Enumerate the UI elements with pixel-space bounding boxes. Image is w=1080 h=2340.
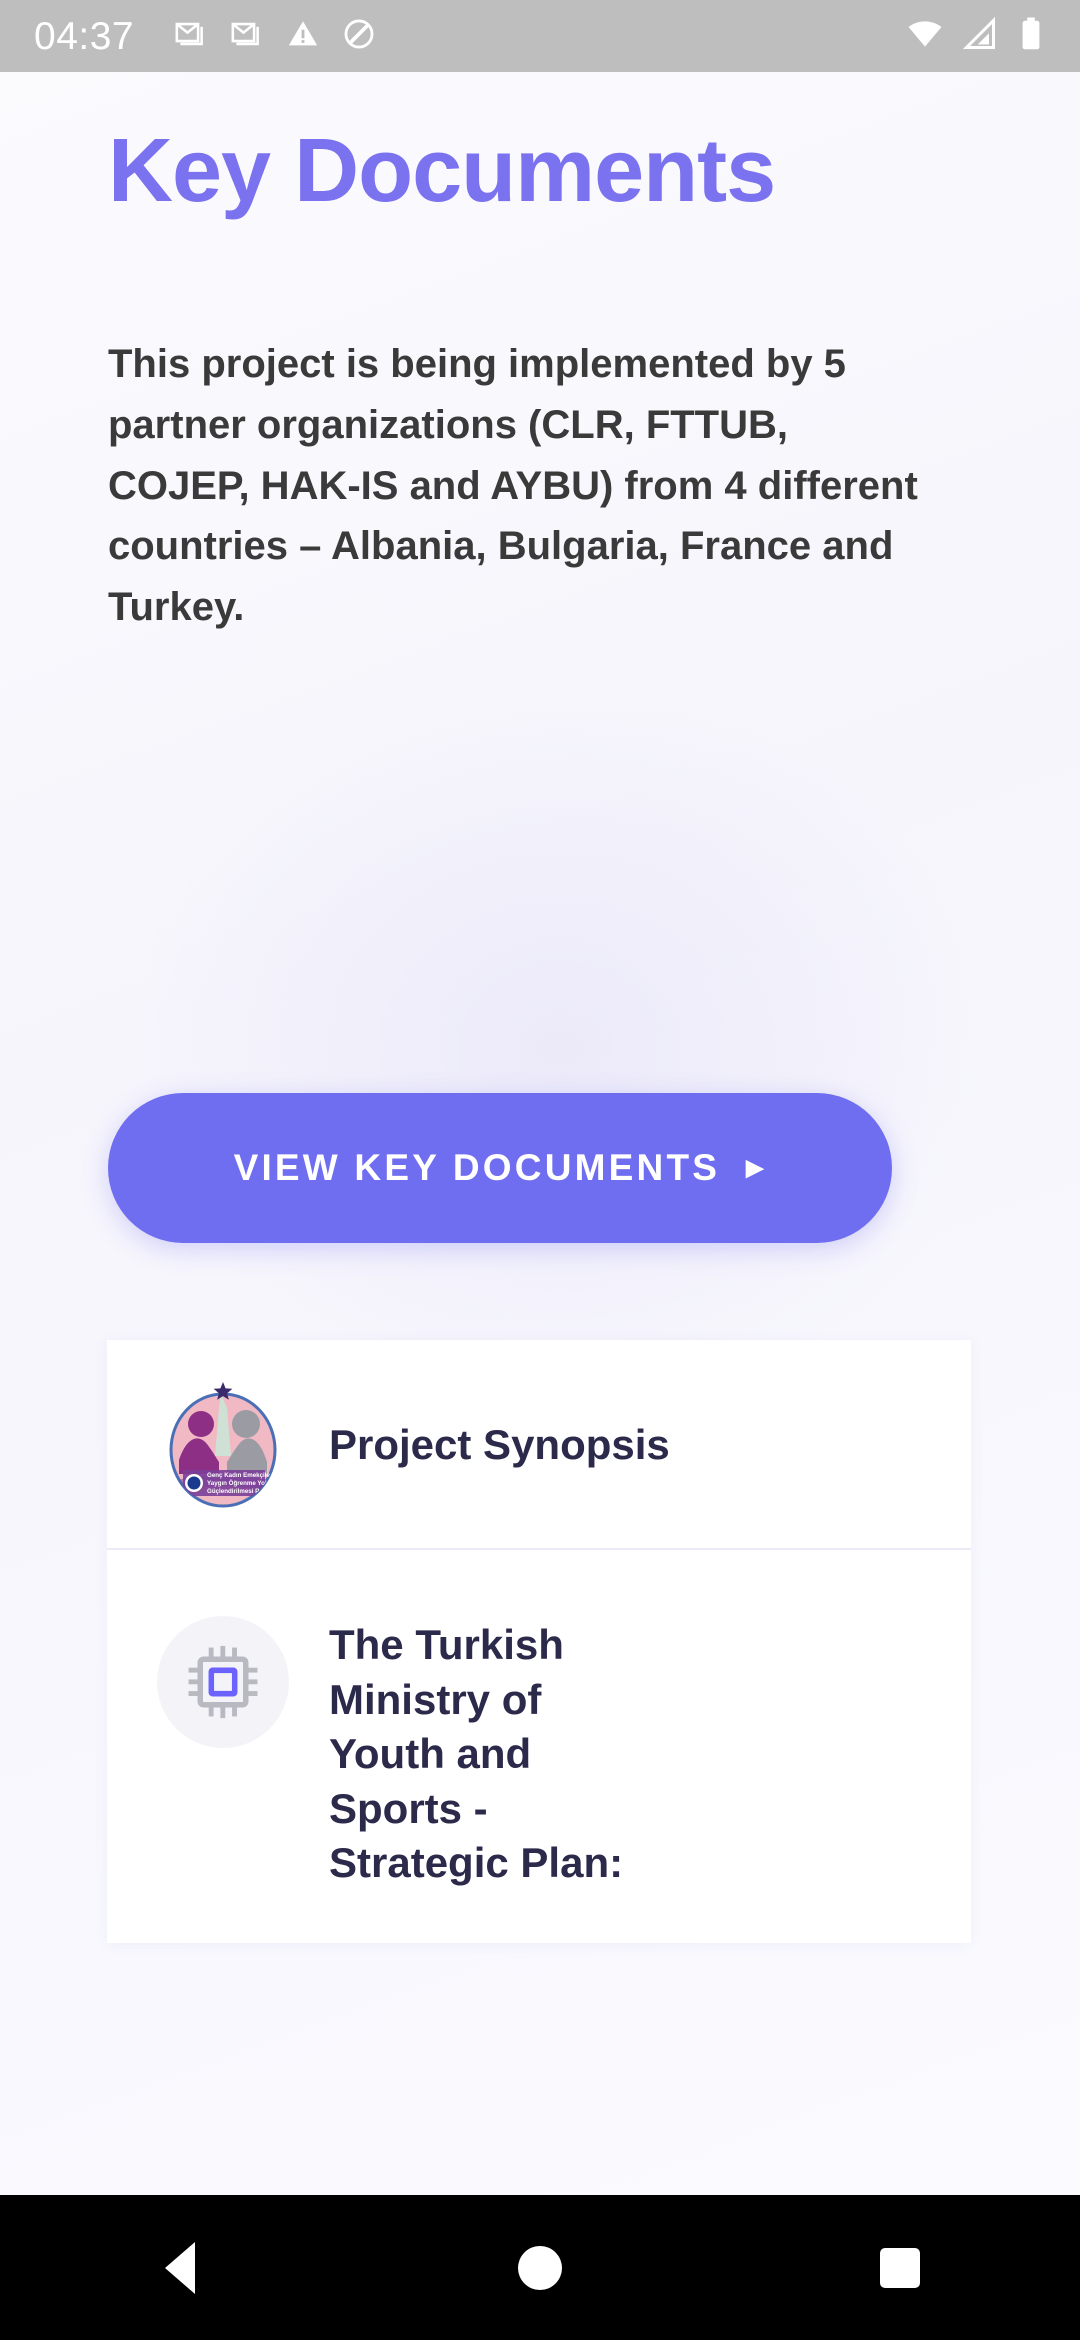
do-not-disturb-icon [342, 17, 376, 56]
wifi-icon [906, 15, 944, 58]
gmail-icon [174, 17, 208, 56]
android-navigation-bar [0, 2195, 1080, 2340]
back-button[interactable] [90, 2195, 270, 2340]
status-bar-clock: 04:37 [34, 14, 135, 58]
project-logo-oval-icon: Genç Kadın Emekçilerin Yaygın Öğrenme Yo… [157, 1378, 289, 1510]
view-key-documents-button[interactable]: VIEW KEY DOCUMENTS ▸ [108, 1093, 892, 1243]
list-item-title: The Turkish Ministry of Youth and Sports… [329, 1621, 624, 1887]
gmail-icon [230, 17, 264, 56]
microchip-icon-wrapper [157, 1616, 289, 1748]
chevron-right-icon: ▸ [746, 1148, 767, 1186]
document-list: Genç Kadın Emekçilerin Yaygın Öğrenme Yo… [107, 1340, 971, 1943]
microchip-icon [157, 1616, 289, 1748]
home-circle-icon [518, 2245, 562, 2290]
status-bar-system-icons [906, 15, 1046, 58]
svg-text:Yaygın Öğrenme Yoluyla: Yaygın Öğrenme Yoluyla [207, 1480, 280, 1487]
view-key-documents-label: VIEW KEY DOCUMENTS [233, 1147, 721, 1188]
list-item[interactable]: The Turkish Ministry of Youth and Sports… [107, 1548, 971, 1943]
home-button[interactable] [450, 2195, 630, 2340]
battery-icon [1016, 16, 1046, 57]
recents-button[interactable] [810, 2195, 990, 2340]
list-item-title: Project Synopsis [329, 1420, 670, 1468]
status-bar-notification-icons [174, 17, 376, 56]
status-bar: 04:37 [0, 0, 1080, 72]
list-item[interactable]: Genç Kadın Emekçilerin Yaygın Öğrenme Yo… [107, 1340, 971, 1548]
recents-square-icon [880, 2247, 920, 2288]
page-content: Key Documents This project is being impl… [0, 72, 1080, 2195]
intro-paragraph: This project is being implemented by 5 p… [108, 342, 918, 630]
warning-triangle-icon [286, 17, 320, 56]
svg-text:Güçlendirilmesi Projesi: Güçlendirilmesi Projesi [207, 1488, 276, 1495]
svg-text:Genç Kadın Emekçilerin: Genç Kadın Emekçilerin [207, 1472, 278, 1479]
back-triangle-icon [165, 2241, 195, 2294]
cellular-signal-icon [962, 16, 998, 57]
page-title: Key Documents [108, 121, 776, 221]
